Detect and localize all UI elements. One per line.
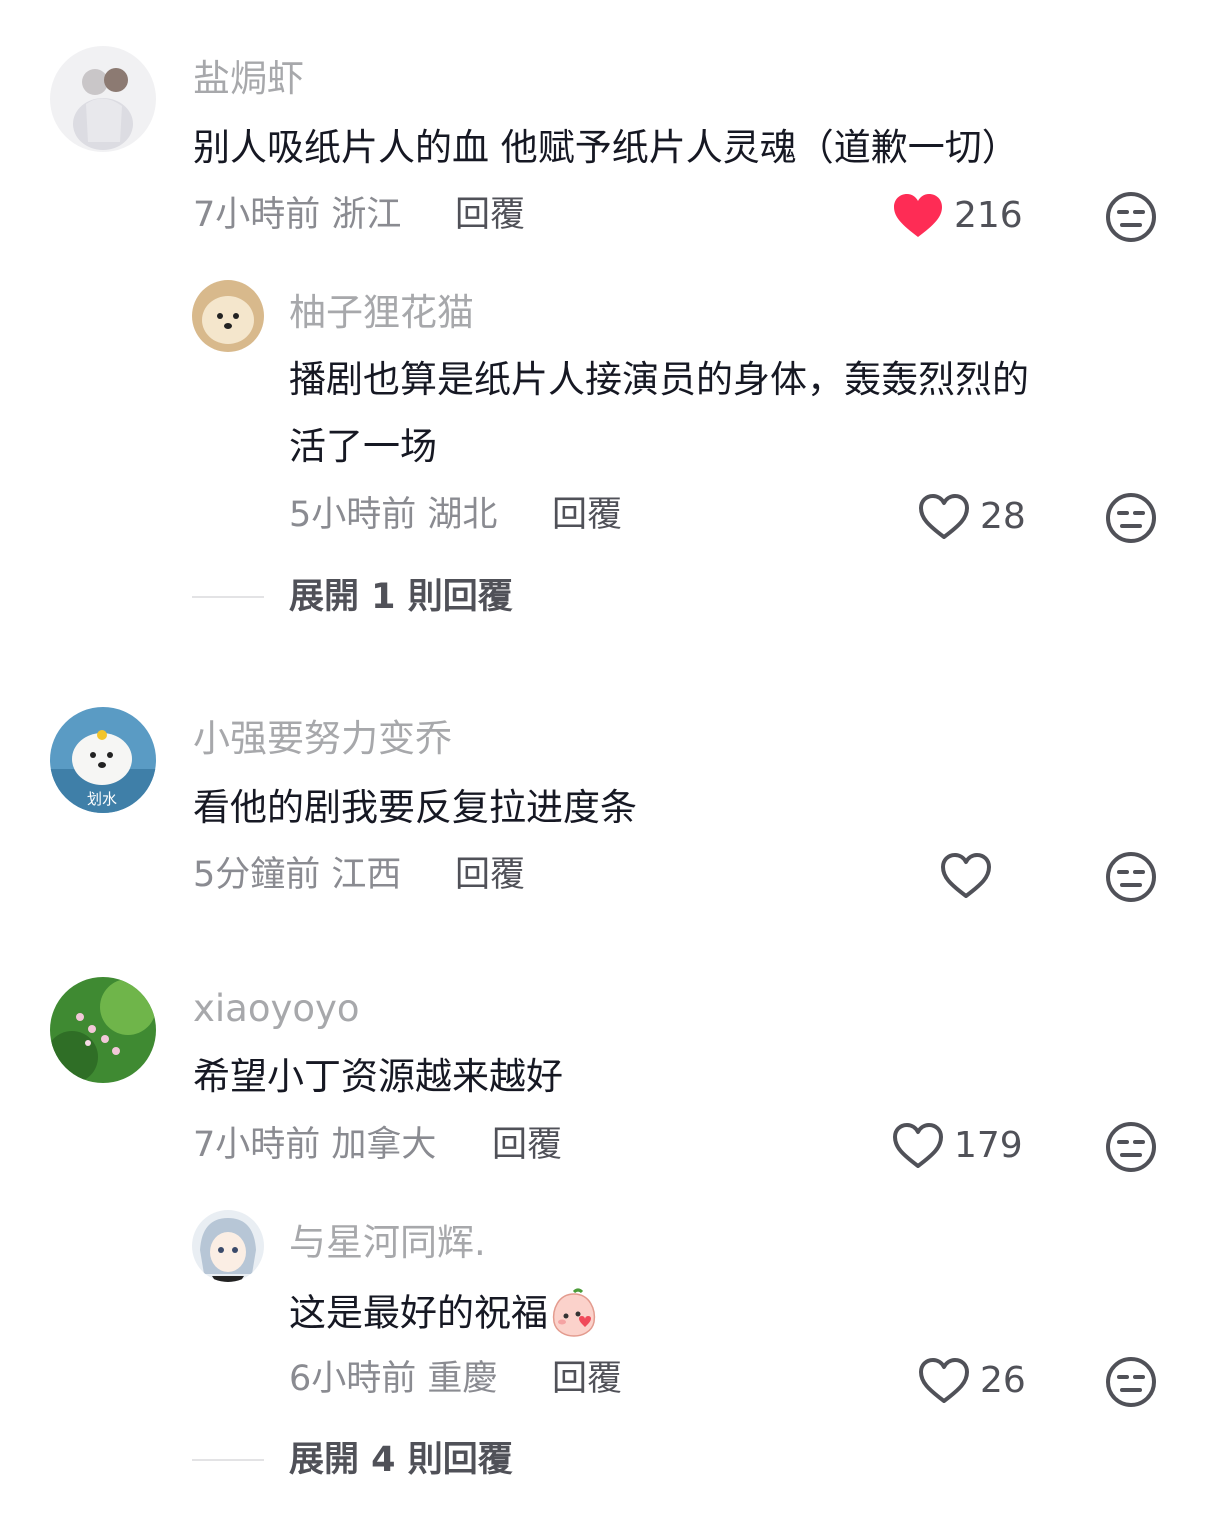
like-count: 28 bbox=[980, 496, 1026, 537]
comment-username[interactable]: 盐焗虾 bbox=[193, 60, 304, 97]
like-button[interactable]: 216 bbox=[892, 192, 1023, 240]
like-button[interactable]: 26 bbox=[918, 1357, 1026, 1405]
heart-outline-icon bbox=[893, 1123, 943, 1168]
expand-divider bbox=[192, 596, 264, 598]
comment-time: 7小時前 bbox=[193, 1125, 321, 1165]
reply-time: 6小時前 bbox=[289, 1359, 417, 1399]
like-button[interactable]: 179 bbox=[892, 1122, 1023, 1170]
dislike-icon[interactable] bbox=[1105, 191, 1157, 243]
comment-username[interactable]: 小强要努力变乔 bbox=[193, 720, 452, 757]
comment-text: 看他的剧我要反复拉进度条 bbox=[193, 786, 637, 829]
heart-outline-icon bbox=[919, 1358, 969, 1403]
like-count: 26 bbox=[980, 1360, 1026, 1401]
reply-location: 湖北 bbox=[427, 495, 498, 535]
like-button[interactable] bbox=[940, 852, 992, 900]
expand-replies-button[interactable]: 展開 1 則回覆 bbox=[289, 580, 513, 615]
expand-replies-button[interactable]: 展開 4 則回覆 bbox=[289, 1443, 513, 1478]
comment-text: 别人吸纸片人的血 他赋予纸片人灵魂（道歉一切） bbox=[193, 126, 1019, 169]
comment-username[interactable]: xiaoyoyo bbox=[193, 990, 360, 1027]
comment-location: 浙江 bbox=[331, 195, 402, 235]
reply-button[interactable]: 回覆 bbox=[455, 198, 525, 233]
reply-text-row: 这是最好的祝福 bbox=[289, 1286, 600, 1344]
comment-text: 希望小丁资源越来越好 bbox=[193, 1055, 563, 1098]
reply-location: 重慶 bbox=[427, 1359, 498, 1399]
reply-button[interactable]: 回覆 bbox=[552, 498, 622, 533]
avatar[interactable]: 划水 bbox=[50, 707, 156, 813]
like-count: 179 bbox=[954, 1125, 1023, 1166]
comment-meta: 5分鐘前 江西 bbox=[193, 858, 401, 893]
reply-button[interactable]: 回覆 bbox=[552, 1362, 622, 1397]
comment-location: 江西 bbox=[331, 855, 402, 895]
avatar-caption: 划水 bbox=[87, 790, 117, 808]
heart-filled-icon bbox=[894, 194, 942, 237]
reply-text-line-1: 播剧也算是纸片人接演员的身体，轰轰烈烈的 bbox=[289, 358, 1029, 401]
comment-meta: 7小時前 加拿大 bbox=[193, 1128, 436, 1163]
dislike-icon[interactable] bbox=[1105, 1121, 1157, 1173]
dislike-icon[interactable] bbox=[1105, 1356, 1157, 1408]
comment-time: 5分鐘前 bbox=[193, 855, 321, 895]
comment-meta: 7小時前 浙江 bbox=[193, 198, 401, 233]
dislike-icon[interactable] bbox=[1105, 492, 1157, 544]
heart-outline-icon bbox=[919, 494, 969, 539]
heart-outline-icon bbox=[941, 853, 991, 898]
reply-button[interactable]: 回覆 bbox=[455, 858, 525, 893]
reply-meta: 6小時前 重慶 bbox=[289, 1362, 497, 1397]
reply-text: 这是最好的祝福 bbox=[289, 1291, 548, 1335]
expand-divider bbox=[192, 1459, 264, 1461]
comment-time: 7小時前 bbox=[193, 195, 321, 235]
avatar[interactable] bbox=[50, 46, 156, 152]
reply-button[interactable]: 回覆 bbox=[492, 1128, 562, 1163]
like-count: 216 bbox=[954, 195, 1023, 236]
reply-username[interactable]: 柚子狸花猫 bbox=[289, 294, 474, 331]
reply-time: 5小時前 bbox=[289, 495, 417, 535]
blush-peach-emoji-icon bbox=[548, 1286, 600, 1344]
reply-text-line-2: 活了一场 bbox=[289, 425, 437, 468]
reply-meta: 5小時前 湖北 bbox=[289, 498, 497, 533]
dislike-icon[interactable] bbox=[1105, 851, 1157, 903]
avatar[interactable] bbox=[192, 1210, 264, 1282]
like-button[interactable]: 28 bbox=[918, 493, 1026, 541]
avatar[interactable] bbox=[50, 977, 156, 1083]
avatar[interactable] bbox=[192, 280, 264, 352]
comment-location: 加拿大 bbox=[331, 1125, 437, 1165]
reply-username[interactable]: 与星河同辉. bbox=[289, 1224, 486, 1261]
